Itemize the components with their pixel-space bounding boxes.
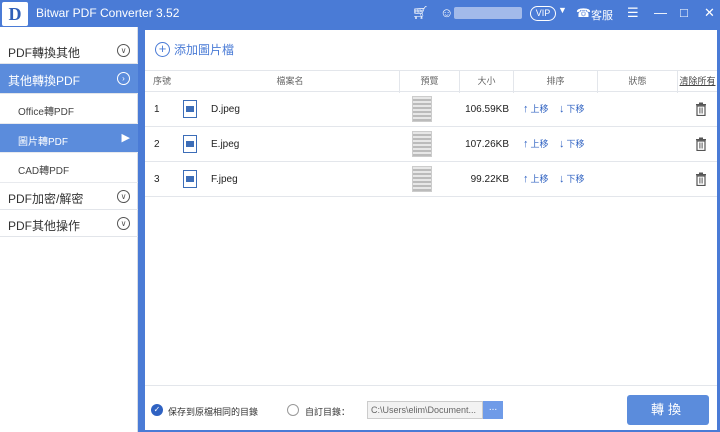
- table-header: 序號 檔案名 預覽 大小 排序 狀態 清除所有: [145, 70, 717, 93]
- sidebar-subitem-image-to-pdf[interactable]: 圖片轉PDF ▶: [0, 124, 138, 153]
- header-order: 排序: [513, 71, 597, 93]
- maximize-icon[interactable]: □: [680, 4, 688, 22]
- arrow-right-icon: ▶: [121, 132, 130, 144]
- menu-icon[interactable]: ☰: [627, 4, 639, 22]
- arrow-down-icon: ↓: [559, 103, 565, 115]
- main-panel: + 添加圖片檔 序號 檔案名 預覽 大小 排序 狀態 清除所有 1 D.jpeg…: [145, 30, 717, 430]
- row-index: 3: [154, 174, 160, 185]
- header-preview: 預覽: [399, 71, 459, 93]
- vip-caret-icon[interactable]: ▼: [558, 5, 567, 15]
- sidebar: PDF轉換其他 ∨ 其他轉換PDF › Office轉PDF 圖片轉PDF ▶ …: [0, 27, 138, 432]
- sidebar-item-label: PDF轉換其他: [8, 46, 81, 60]
- chevron-down-icon: ∨: [117, 190, 130, 203]
- title-bar: D Bitwar PDF Converter 3.52 🛒︎ ☺ VIP ▼ ☎…: [0, 0, 720, 27]
- header-size: 大小: [459, 71, 513, 93]
- image-file-icon: [183, 100, 197, 118]
- trash-icon[interactable]: [695, 102, 707, 116]
- custom-dir-label[interactable]: 自訂目錄：: [305, 405, 350, 418]
- arrow-down-icon: ↓: [559, 138, 565, 150]
- row-size: 107.26KB: [465, 139, 509, 150]
- row-index: 1: [154, 104, 160, 115]
- move-up-button[interactable]: ↑ 上移: [523, 162, 549, 197]
- table-row: 1 D.jpeg 106.59KB ↑ 上移 ↓ 下移: [145, 92, 717, 127]
- image-file-icon: [183, 135, 197, 153]
- sidebar-subitem-office-to-pdf[interactable]: Office轉PDF: [0, 94, 138, 124]
- header-index: 序號: [153, 76, 172, 86]
- table-row: 2 E.jpeg 107.26KB ↑ 上移 ↓ 下移: [145, 127, 717, 162]
- row-filename: F.jpeg: [211, 174, 238, 185]
- header-status: 狀態: [597, 71, 677, 93]
- trash-icon[interactable]: [695, 137, 707, 151]
- close-icon[interactable]: ✕: [704, 4, 715, 22]
- browse-button[interactable]: ...: [483, 401, 503, 419]
- image-file-icon: [183, 170, 197, 188]
- row-filename: E.jpeg: [211, 139, 240, 150]
- sidebar-subitem-label: 圖片轉PDF: [18, 137, 68, 148]
- vip-badge[interactable]: VIP: [530, 6, 556, 21]
- move-down-button[interactable]: ↓ 下移: [559, 162, 585, 197]
- sidebar-item-label: 其他轉換PDF: [8, 74, 81, 88]
- clear-all-link[interactable]: 清除所有: [677, 71, 717, 93]
- user-icon[interactable]: ☺: [440, 4, 453, 22]
- sidebar-subitem-cad-to-pdf[interactable]: CAD轉PDF: [0, 153, 138, 183]
- convert-button[interactable]: 轉換: [627, 395, 709, 425]
- preview-thumbnail[interactable]: [412, 131, 432, 157]
- minimize-icon[interactable]: —: [654, 4, 667, 22]
- cart-icon[interactable]: 🛒︎: [412, 4, 429, 22]
- header-filename: 檔案名: [276, 76, 304, 86]
- row-filename: D.jpeg: [211, 104, 240, 115]
- sidebar-subitem-label: CAD轉PDF: [18, 166, 70, 177]
- move-up-button[interactable]: ↑ 上移: [523, 127, 549, 162]
- support-icon[interactable]: ☎: [576, 4, 591, 22]
- custom-dir-radio[interactable]: [287, 404, 299, 416]
- move-up-button[interactable]: ↑ 上移: [523, 92, 549, 127]
- preview-thumbnail[interactable]: [412, 96, 432, 122]
- arrow-up-icon: ↑: [523, 103, 529, 115]
- preview-thumbnail[interactable]: [412, 166, 432, 192]
- username-blurred[interactable]: [454, 7, 522, 19]
- chevron-down-icon: ∨: [117, 44, 130, 57]
- arrow-up-icon: ↑: [523, 173, 529, 185]
- app-title: Bitwar PDF Converter 3.52: [36, 6, 180, 20]
- sidebar-subitem-label: Office轉PDF: [18, 107, 74, 118]
- trash-icon[interactable]: [695, 172, 707, 186]
- chevron-down-icon: ∨: [117, 217, 130, 230]
- sidebar-item-pdf-other-ops[interactable]: PDF其他操作 ∨: [0, 210, 138, 237]
- sidebar-item-label: PDF加密/解密: [8, 192, 84, 206]
- app-logo: D: [2, 2, 28, 26]
- table-row: 3 F.jpeg 99.22KB ↑ 上移 ↓ 下移: [145, 162, 717, 197]
- arrow-down-icon: ↓: [559, 173, 565, 185]
- support-label[interactable]: 客服: [591, 7, 613, 23]
- output-path-input[interactable]: [367, 401, 483, 419]
- same-dir-label[interactable]: 保存到原檔相同的目錄: [168, 405, 258, 418]
- add-image-button[interactable]: + 添加圖片檔: [155, 40, 234, 58]
- row-size: 106.59KB: [465, 104, 509, 115]
- arrow-up-icon: ↑: [523, 138, 529, 150]
- sidebar-item-other-to-pdf[interactable]: 其他轉換PDF ›: [0, 64, 138, 94]
- move-down-button[interactable]: ↓ 下移: [559, 92, 585, 127]
- plus-circle-icon: +: [155, 41, 170, 57]
- chevron-right-icon: ›: [117, 72, 130, 85]
- same-dir-radio[interactable]: ✓: [151, 404, 163, 416]
- sidebar-item-pdf-encrypt[interactable]: PDF加密/解密 ∨: [0, 183, 138, 210]
- output-options: ✓ 保存到原檔相同的目錄 自訂目錄： ... 轉換: [145, 385, 717, 430]
- row-size: 99.22KB: [470, 174, 509, 185]
- add-image-label: 添加圖片檔: [174, 42, 235, 57]
- row-index: 2: [154, 139, 160, 150]
- sidebar-item-label: PDF其他操作: [8, 219, 81, 233]
- sidebar-item-pdf-to-other[interactable]: PDF轉換其他 ∨: [0, 37, 138, 64]
- move-down-button[interactable]: ↓ 下移: [559, 127, 585, 162]
